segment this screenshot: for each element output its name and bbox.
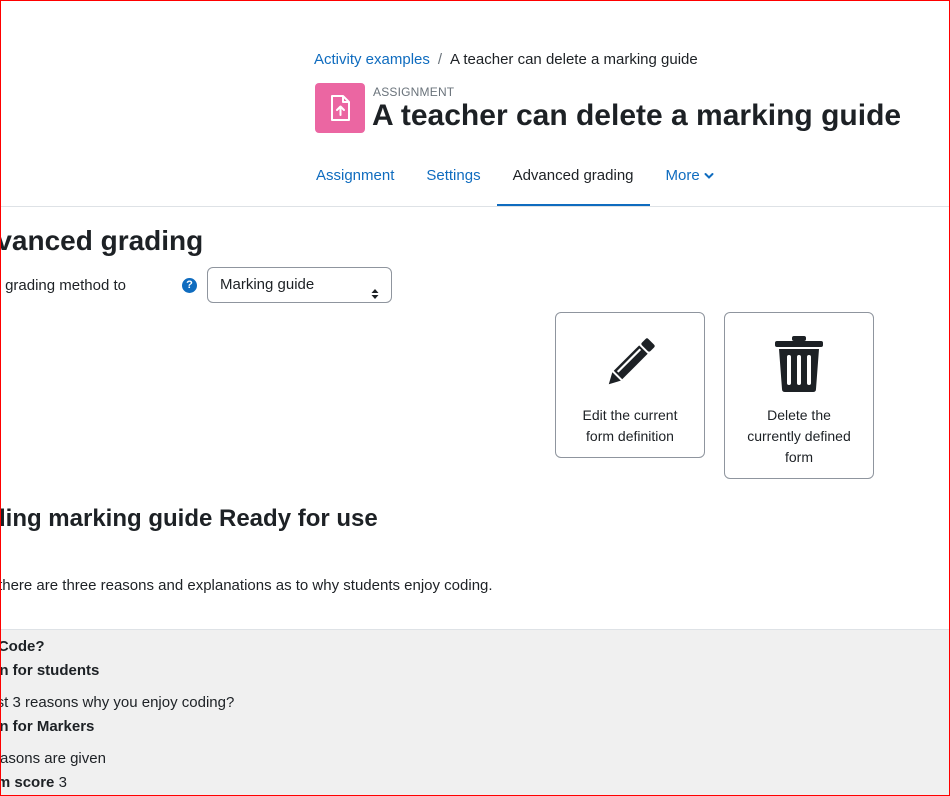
- tab-more[interactable]: More: [650, 153, 730, 207]
- tab-advanced-grading[interactable]: Advanced grading: [496, 153, 650, 207]
- students-description-label: Description for students: [0, 662, 100, 679]
- select-arrows-icon: [371, 279, 379, 313]
- assignment-icon: [315, 83, 365, 133]
- maximum-score: Maximum score 3: [1, 774, 67, 791]
- advanced-grading-heading: Advanced grading: [1, 225, 204, 256]
- breadcrumb-separator: /: [437, 51, 443, 68]
- help-icon[interactable]: ?: [182, 278, 197, 293]
- criterion-name: Why Code?: [0, 638, 45, 655]
- grading-method-label: Change active grading method to: [1, 277, 126, 294]
- grading-method-select[interactable]: Marking guide: [207, 267, 392, 303]
- chevron-down-icon: [704, 153, 714, 199]
- markers-description-text: Make sure 3 reasons are given: [0, 750, 106, 767]
- marking-guide-description: Make sure to make sure there are three r…: [0, 577, 493, 594]
- page-title: A teacher can delete a marking guide: [372, 99, 902, 132]
- markers-description-label: Description for Markers: [0, 718, 95, 735]
- activity-type: ASSIGNMENT: [373, 85, 455, 99]
- nav-divider: [1, 206, 949, 207]
- breadcrumb-link-activity-examples[interactable]: Activity examples: [314, 51, 430, 68]
- grading-method-value: Marking guide: [220, 276, 315, 293]
- breadcrumb: Activity examples / A teacher can delete a…: [314, 51, 698, 68]
- tab-settings[interactable]: Settings: [410, 153, 496, 207]
- criteria-panel: Why Code? Description for students List …: [1, 629, 949, 795]
- delete-form-button[interactable]: Delete the currently defined form: [724, 312, 874, 479]
- pencil-icon: [608, 338, 655, 385]
- maximum-score-value: 3: [58, 774, 67, 791]
- secondary-navigation: Assignment Settings Advanced grading Mor…: [300, 153, 730, 207]
- trash-icon: [775, 336, 823, 392]
- tab-assignment[interactable]: Assignment: [300, 153, 410, 207]
- maximum-score-label: Maximum score: [1, 774, 55, 791]
- delete-form-label: Delete the currently defined form: [747, 407, 851, 465]
- tab-more-label: More: [665, 167, 700, 184]
- breadcrumb-current: A teacher can delete a marking guide: [450, 51, 698, 68]
- students-description-text: List 3 reasons why you enjoy coding?: [0, 694, 235, 711]
- edit-form-label: Edit the current form definition: [582, 407, 678, 444]
- edit-form-button[interactable]: Edit the current form definition: [555, 312, 705, 458]
- marking-guide-heading: Coding marking guide Ready for use: [0, 505, 378, 532]
- page-frame: Activity examples / A teacher can delete a…: [0, 0, 950, 796]
